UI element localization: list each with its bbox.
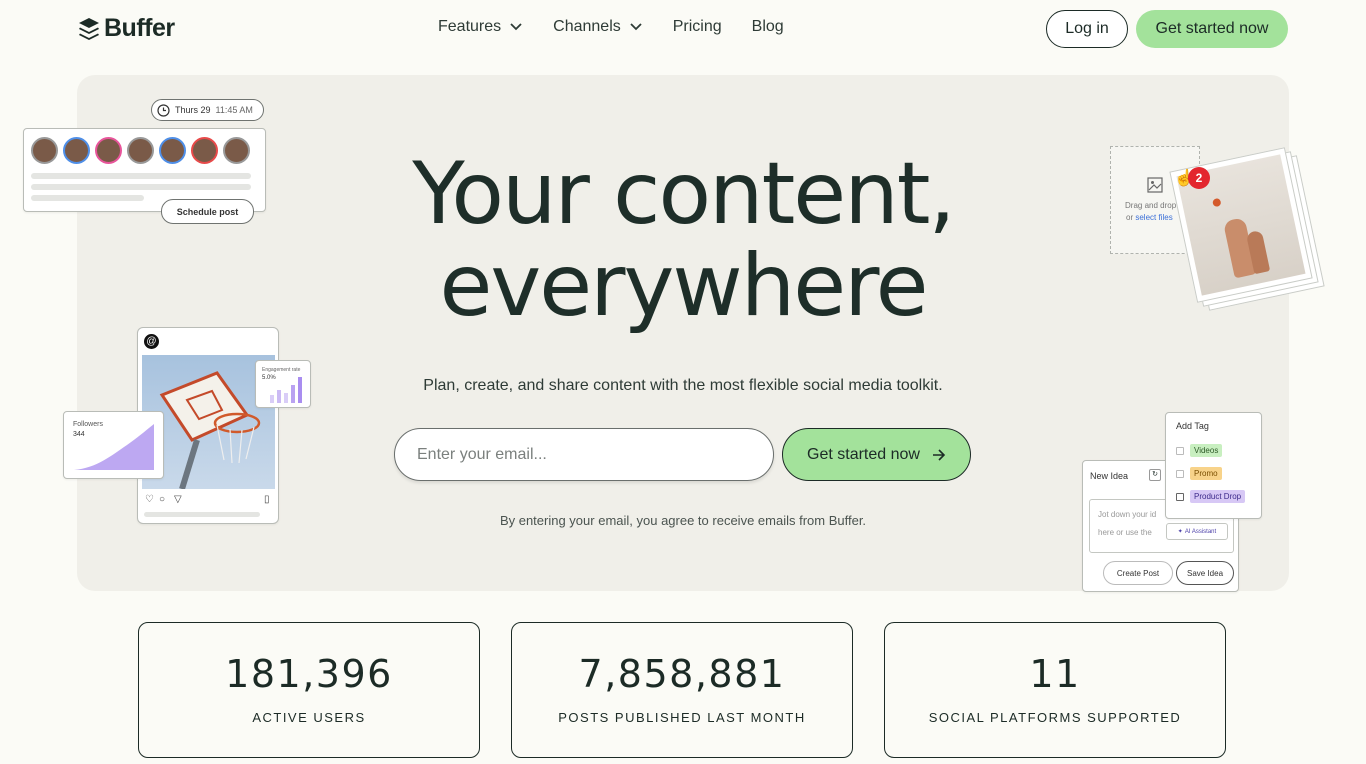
sparkle-icon: ✦ [1177,529,1183,535]
stat-label: ACTIVE USERS [252,710,366,725]
create-post-button: Create Post [1103,561,1173,585]
add-tag-card: Add Tag Videos Promo Product Drop [1165,412,1262,519]
checkbox [1176,492,1184,501]
image-icon [1147,177,1163,193]
nav-links: Features Channels Pricing Blog [438,18,784,36]
engagement-label: Engagement rate [262,367,301,373]
refresh-icon: ↻ [1149,469,1161,481]
clock-icon [157,103,170,117]
followers-card: Followers 344 [63,411,164,479]
stat-card-posts-published: 7,858,881 POSTS PUBLISHED LAST MONTH [511,622,853,758]
tag-product-drop: Product Drop [1190,490,1246,503]
stat-label: SOCIAL PLATFORMS SUPPORTED [928,710,1182,725]
email-input[interactable] [394,428,774,481]
arrow-right-icon [932,448,946,461]
hero-subtitle: Plan, create, and share content with the… [423,377,943,394]
brand-name: Buffer [104,14,175,42]
tag-row: Videos [1176,444,1223,457]
schedule-date: Thurs 29 [175,105,211,115]
stat-value: 181,396 [225,652,393,696]
upload-text-line1: Drag and drop [1125,201,1177,210]
get-started-hero-button[interactable]: Get started now [782,428,971,481]
tag-promo: Promo [1190,467,1222,480]
idea-placeholder-2: here or use the [1098,528,1152,537]
comment-icon: ○ [159,494,166,505]
share-icon: ▽ [174,494,182,505]
followers-growth-chart [74,424,154,470]
top-nav: Buffer Features Channels Pricing Blog Lo… [0,0,1366,58]
get-started-label: Get started now [807,445,920,463]
add-tag-title: Add Tag [1176,421,1209,431]
checkbox [1176,469,1184,478]
stat-card-active-users: 181,396 ACTIVE USERS [138,622,480,758]
stat-value: 11 [1029,652,1081,696]
new-idea-title: New Idea [1090,471,1129,481]
nav-link-channels[interactable]: Channels [553,18,643,36]
nav-link-features[interactable]: Features [438,18,523,36]
get-started-nav-button[interactable]: Get started now [1136,10,1288,48]
buffer-logo[interactable]: Buffer [78,14,175,43]
nav-link-blog[interactable]: Blog [752,18,784,36]
nav-link-pricing[interactable]: Pricing [673,18,722,36]
stat-value: 7,858,881 [578,652,786,696]
select-files-link: select files [1135,213,1173,222]
chevron-down-icon [630,23,642,31]
threads-icon: @ [144,334,159,349]
nav-link-label: Blog [751,18,784,35]
stat-card-social-platforms: 11 SOCIAL PLATFORMS SUPPORTED [884,622,1226,758]
buffer-logo-icon [79,17,99,40]
save-idea-button: Save Idea [1176,561,1234,585]
upload-or: or [1126,213,1136,222]
bookmark-icon: ▯ [264,494,270,505]
upload-text-line2: or select files [1126,213,1173,222]
nav-link-label: Features [438,18,502,35]
idea-placeholder-1: Jot down your id [1098,510,1157,519]
tag-videos: Videos [1190,444,1223,457]
login-button[interactable]: Log in [1046,10,1128,48]
heart-icon: ♡ [145,494,154,505]
ai-assistant-label: AI Assistant [1184,528,1217,535]
checkbox [1176,446,1184,455]
nav-link-label: Pricing [672,18,722,35]
stat-label: POSTS PUBLISHED LAST MONTH [558,710,806,725]
ai-assistant-button: ✦ AI Assistant [1166,523,1228,540]
notification-badge: 2 [1188,167,1210,189]
schedule-time-pill: Thurs 29 11:45 AM [151,99,264,121]
tag-row: Promo [1176,467,1222,480]
tag-row: Product Drop [1176,490,1246,503]
nav-link-label: Channels [553,18,621,35]
schedule-time: 11:45 AM [215,105,253,115]
chevron-down-icon [510,23,522,31]
